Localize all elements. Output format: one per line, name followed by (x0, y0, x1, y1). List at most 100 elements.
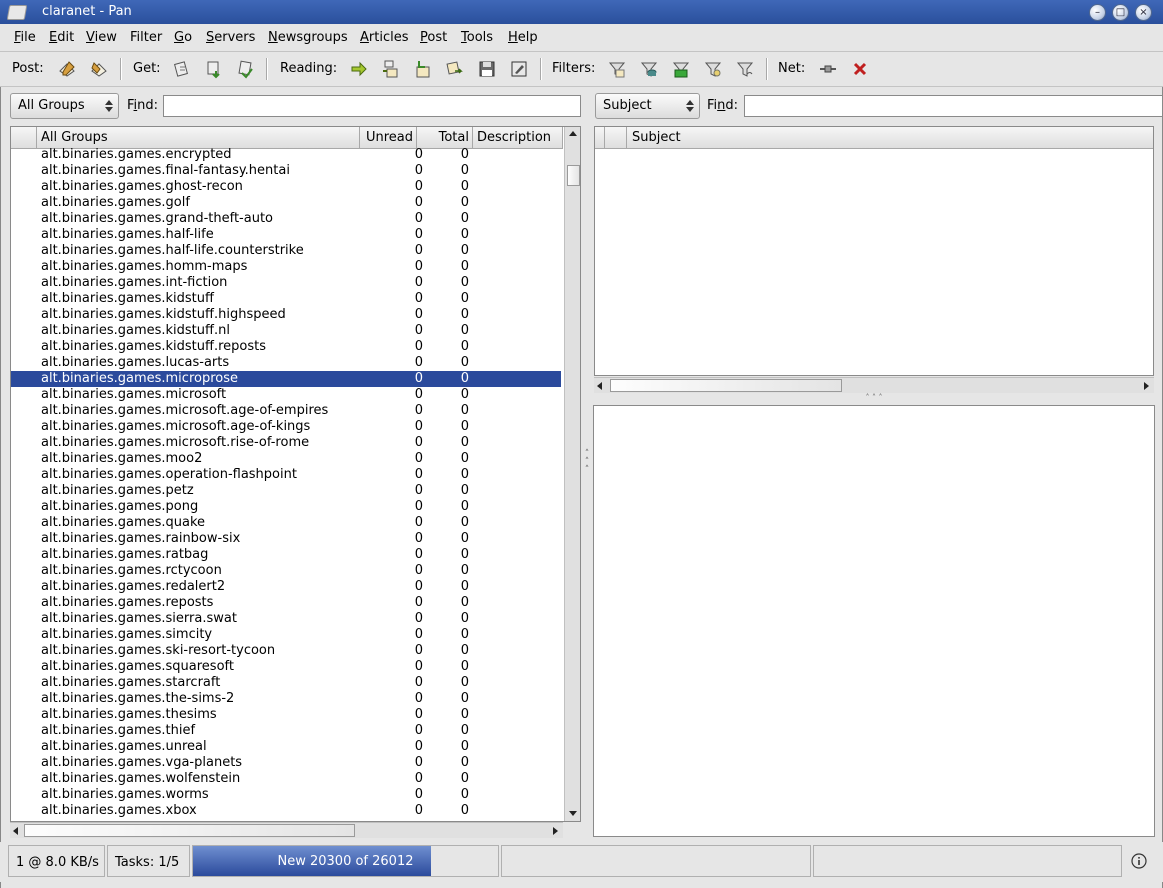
app-icon[interactable] (6, 5, 28, 20)
group-row[interactable]: alt.binaries.games.petz 0 0 (11, 483, 561, 499)
group-row[interactable]: alt.binaries.games.int-fiction 0 0 (11, 275, 561, 291)
group-row[interactable]: alt.binaries.games.microsoft.age-of-king… (11, 419, 561, 435)
scroll-left-icon[interactable] (13, 827, 18, 835)
minimize-icon[interactable]: – (1089, 4, 1106, 21)
group-row[interactable]: alt.binaries.games.squaresoft 0 0 (11, 659, 561, 675)
group-find-input[interactable] (163, 95, 581, 117)
group-row[interactable]: alt.binaries.games.thesims 0 0 (11, 707, 561, 723)
group-row[interactable]: alt.binaries.games.golf 0 0 (11, 195, 561, 211)
get-subscribed-icon[interactable] (236, 59, 256, 79)
header-filter-combo[interactable]: Subject (595, 93, 700, 119)
read-next-unread-icon[interactable] (349, 59, 369, 79)
group-row[interactable]: alt.binaries.games.quake 0 0 (11, 515, 561, 531)
scroll-right-icon[interactable] (553, 827, 558, 835)
group-row[interactable]: alt.binaries.games.rctycoon 0 0 (11, 563, 561, 579)
menu-help[interactable]: Help (508, 30, 538, 45)
group-row[interactable]: alt.binaries.games.wolfenstein 0 0 (11, 771, 561, 787)
menu-post[interactable]: Post (420, 30, 447, 45)
group-row[interactable]: alt.binaries.games.simcity 0 0 (11, 627, 561, 643)
menu-servers[interactable]: Servers (206, 30, 255, 45)
group-row[interactable]: alt.binaries.games.kidstuff.highspeed 0 0 (11, 307, 561, 323)
group-row[interactable]: alt.binaries.games.redalert2 0 0 (11, 579, 561, 595)
read-next-thread-icon[interactable] (381, 59, 401, 79)
group-list-hscroll[interactable] (10, 822, 563, 838)
group-list-vscroll[interactable] (564, 127, 580, 821)
group-row[interactable]: alt.binaries.games.homm-maps 0 0 (11, 259, 561, 275)
group-row[interactable]: alt.binaries.games.ratbag 0 0 (11, 547, 561, 563)
maximize-icon[interactable]: □ (1112, 4, 1129, 21)
filter-ignored-icon[interactable] (735, 59, 755, 79)
column-header-blank[interactable] (595, 127, 605, 149)
article-body[interactable] (593, 405, 1155, 837)
group-row[interactable]: alt.binaries.games.pong 0 0 (11, 499, 561, 515)
header-find-input[interactable] (744, 95, 1163, 117)
get-new-headers-icon[interactable] (204, 59, 224, 79)
close-icon[interactable]: × (1135, 4, 1152, 21)
followup-icon[interactable] (89, 59, 109, 79)
group-row[interactable]: alt.binaries.games.grand-theft-auto 0 0 (11, 211, 561, 227)
menu-articles[interactable]: Articles (360, 30, 409, 45)
filter-watched-icon[interactable] (703, 59, 723, 79)
scroll-down-icon[interactable] (569, 811, 577, 816)
column-header-subject[interactable]: Subject (627, 127, 1153, 149)
group-row[interactable]: alt.binaries.games.ski-resort-tycoon 0 0 (11, 643, 561, 659)
group-row[interactable]: alt.binaries.games.kidstuff.nl 0 0 (11, 323, 561, 339)
group-row[interactable]: alt.binaries.games.microsoft.age-of-empi… (11, 403, 561, 419)
body-splitter[interactable]: ˄ ˄ ˄ (860, 393, 888, 403)
read-previous-icon[interactable] (413, 59, 433, 79)
info-icon[interactable] (1131, 853, 1147, 869)
group-row[interactable]: alt.binaries.games.final-fantasy.hentai 0… (11, 163, 561, 179)
group-row[interactable]: alt.binaries.games.moo2 0 0 (11, 451, 561, 467)
menu-newsgroups[interactable]: Newsgroups (268, 30, 348, 45)
group-row[interactable]: alt.binaries.games.worms 0 0 (11, 787, 561, 803)
pane-splitter[interactable]: ˄ ˄ ˄ (583, 450, 591, 478)
group-row[interactable]: alt.binaries.games.thief 0 0 (11, 723, 561, 739)
group-row[interactable]: alt.binaries.games.unreal 0 0 (11, 739, 561, 755)
connection-status[interactable]: 1 @ 8.0 KB/s (8, 845, 105, 877)
filter-new-icon[interactable] (671, 59, 691, 79)
save-icon[interactable] (477, 59, 497, 79)
menu-file[interactable]: File (14, 30, 36, 45)
group-filter-combo[interactable]: All Groups (10, 93, 119, 119)
menu-filter[interactable]: Filter (130, 30, 162, 45)
menu-go[interactable]: Go (174, 30, 192, 45)
scroll-up-icon[interactable] (569, 131, 577, 136)
menu-edit[interactable]: Edit (49, 30, 74, 45)
group-row[interactable]: alt.binaries.games.xbox 0 0 (11, 803, 561, 817)
group-row[interactable]: alt.binaries.games.vga-planets 0 0 (11, 755, 561, 771)
group-row[interactable]: alt.binaries.games.reposts 0 0 (11, 595, 561, 611)
group-row[interactable]: alt.binaries.games.starcraft 0 0 (11, 675, 561, 691)
group-row[interactable]: alt.binaries.games.encrypted 0 0 (11, 147, 561, 163)
scroll-thumb[interactable] (24, 824, 355, 837)
scroll-thumb[interactable] (610, 379, 842, 392)
menu-view[interactable]: View (86, 30, 117, 45)
filter-cache-icon[interactable] (639, 59, 659, 79)
group-row[interactable]: alt.binaries.games.sierra.swat 0 0 (11, 611, 561, 627)
group-row[interactable]: alt.binaries.games.rainbow-six 0 0 (11, 531, 561, 547)
filter-icon[interactable] (607, 59, 627, 79)
read-next-article-icon[interactable] (445, 59, 465, 79)
menu-tools[interactable]: Tools (461, 30, 493, 45)
net-connect-icon[interactable] (818, 59, 838, 79)
scroll-right-icon[interactable] (1144, 382, 1149, 390)
group-row[interactable]: alt.binaries.games.half-life.counterstri… (11, 243, 561, 259)
tasks-status[interactable]: Tasks: 1/5 (107, 845, 190, 877)
group-row[interactable]: alt.binaries.games.microsoft 0 0 (11, 387, 561, 403)
group-row[interactable]: alt.binaries.games.kidstuff 0 0 (11, 291, 561, 307)
group-row[interactable]: alt.binaries.games.lucas-arts 0 0 (11, 355, 561, 371)
group-row[interactable]: alt.binaries.games.microsoft.rise-of-rom… (11, 435, 561, 451)
scroll-thumb[interactable] (567, 165, 580, 186)
get-headers-icon[interactable] (172, 59, 192, 79)
group-row[interactable]: alt.binaries.games.ghost-recon 0 0 (11, 179, 561, 195)
group-row[interactable]: alt.binaries.games.the-sims-2 0 0 (11, 691, 561, 707)
header-list-hscroll[interactable] (594, 377, 1154, 393)
group-row[interactable]: alt.binaries.games.microprose 0 0 (11, 371, 561, 387)
group-row[interactable]: alt.binaries.games.half-life 0 0 (11, 227, 561, 243)
edit-icon[interactable] (509, 59, 529, 79)
group-row[interactable]: alt.binaries.games.operation-flashpoint 0… (11, 467, 561, 483)
cancel-task-icon[interactable] (850, 59, 870, 79)
scroll-left-icon[interactable] (597, 382, 602, 390)
group-row[interactable]: alt.binaries.games.kidstuff.reposts 0 0 (11, 339, 561, 355)
column-header-state[interactable] (605, 127, 627, 149)
post-article-icon[interactable] (57, 59, 77, 79)
